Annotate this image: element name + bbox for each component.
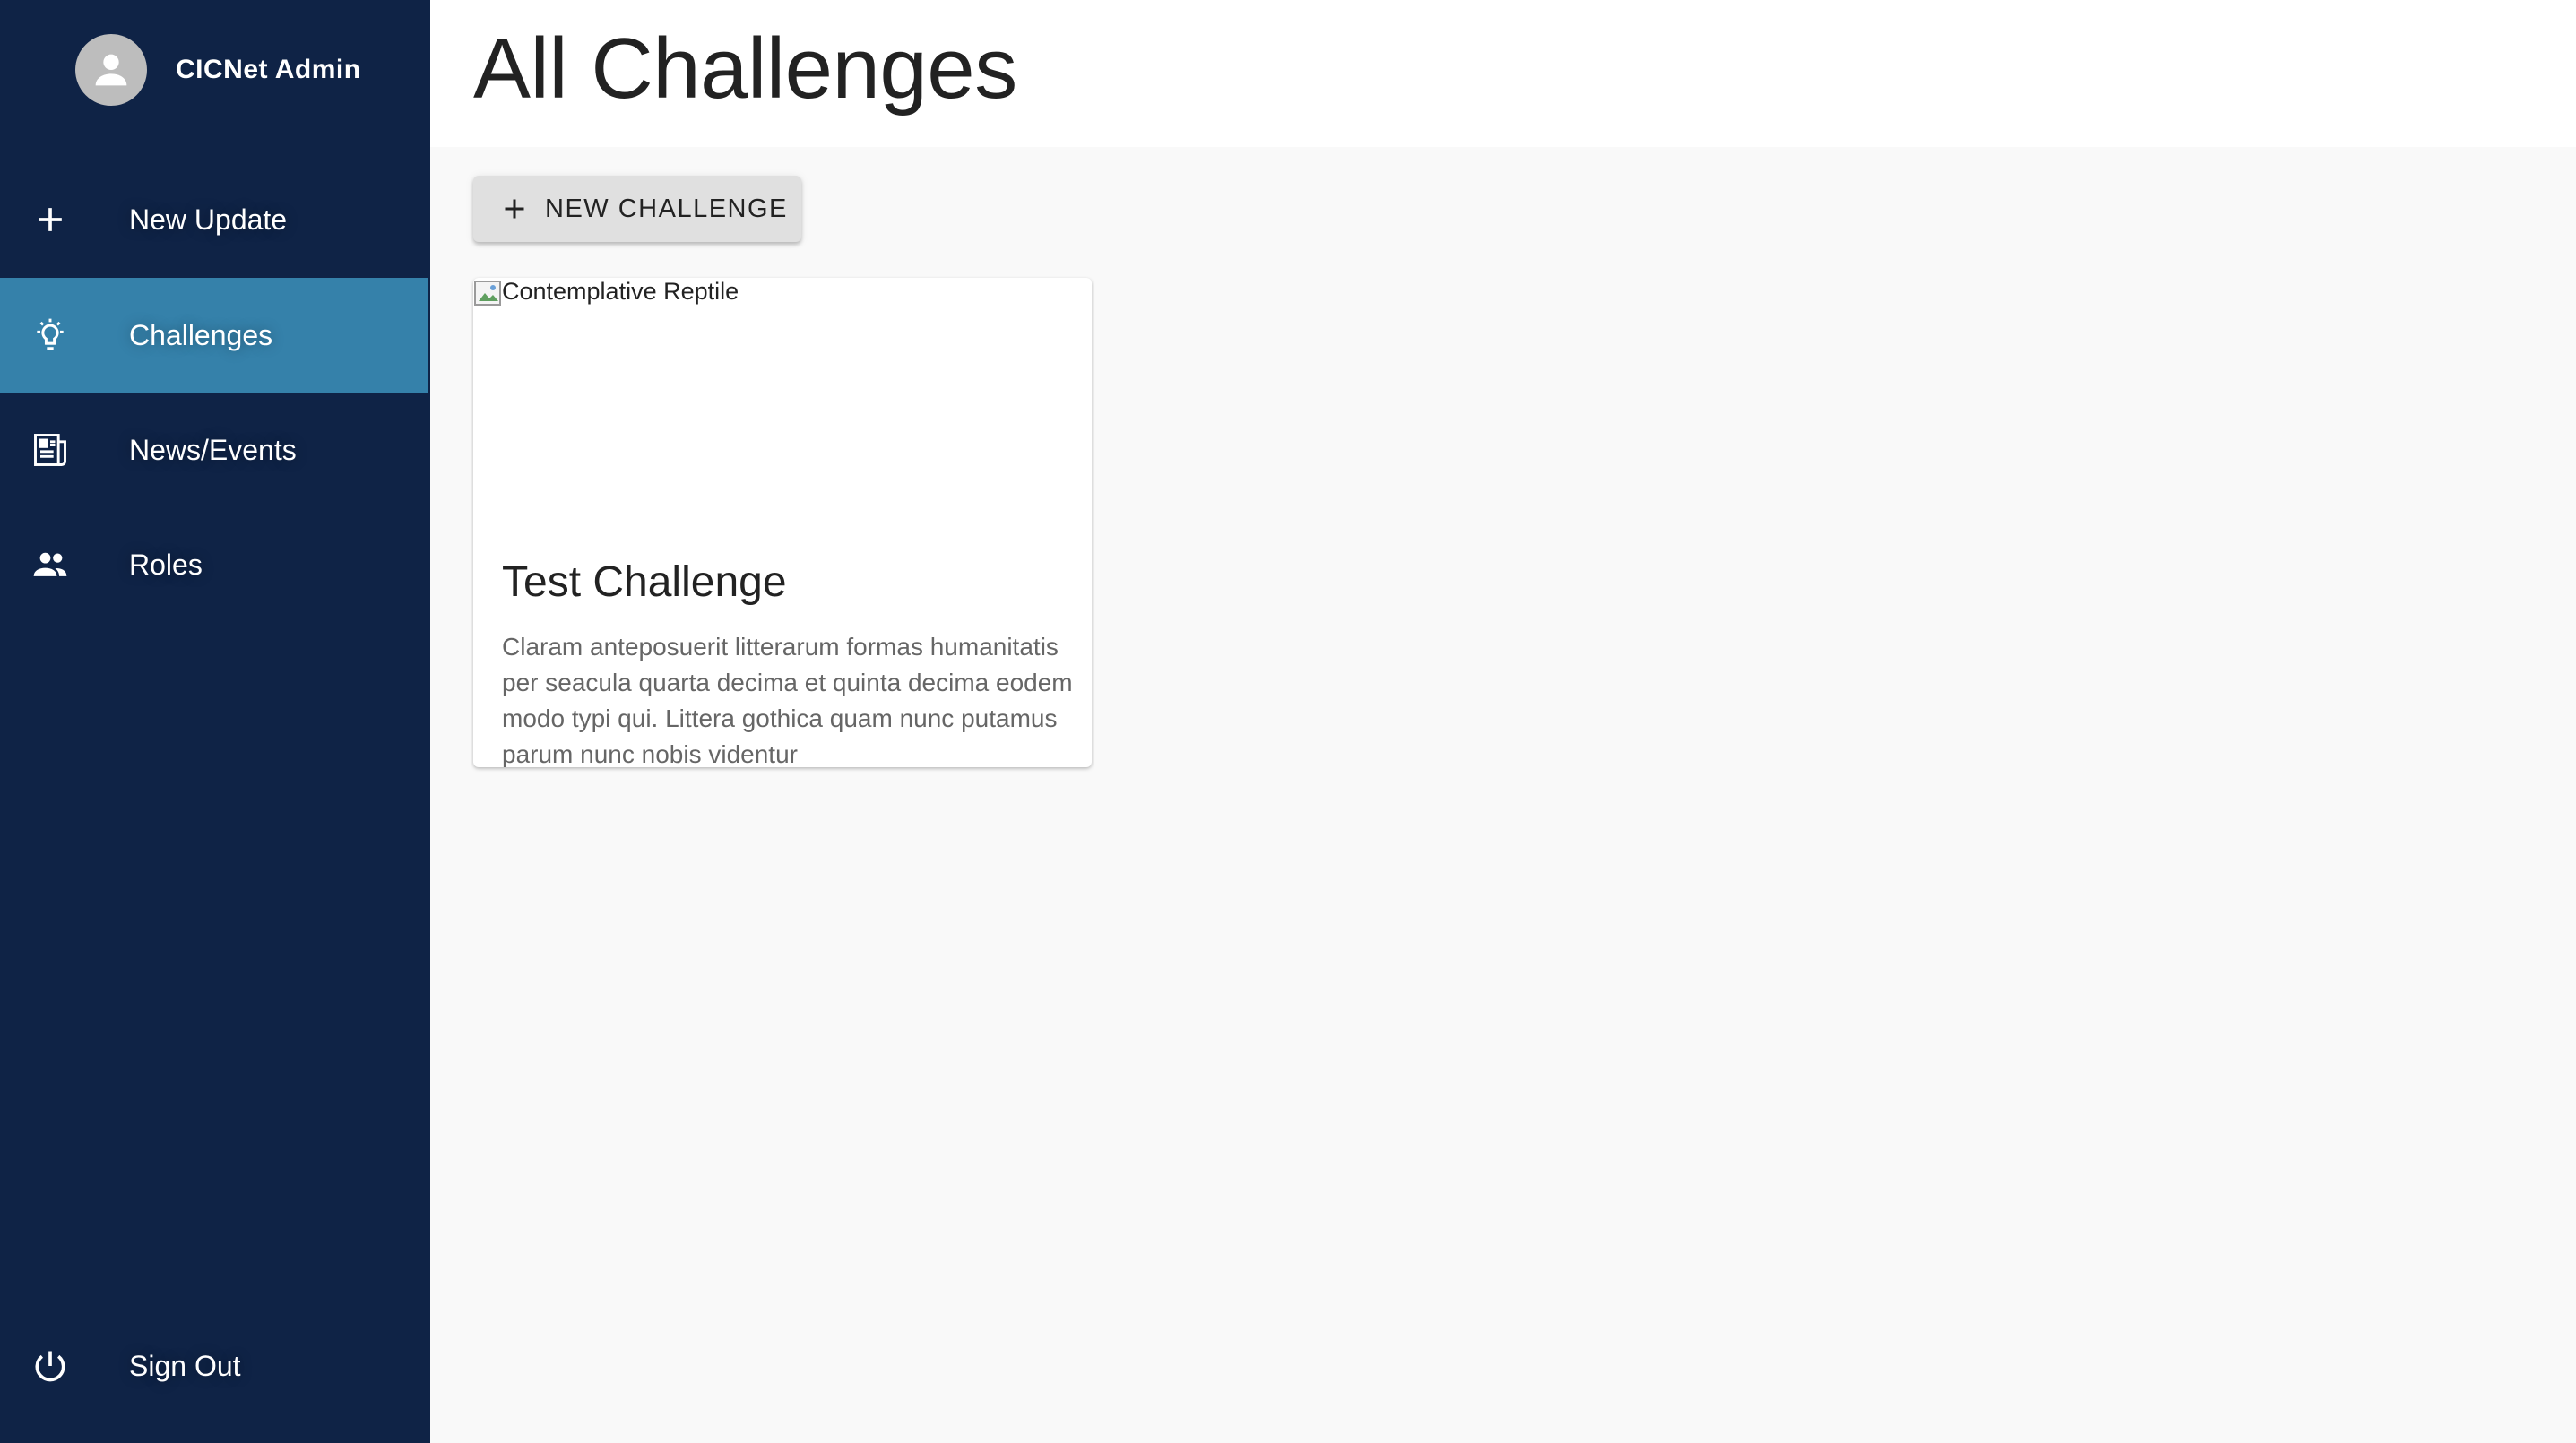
card-description: Claram anteposuerit litterarum formas hu… — [502, 633, 1073, 767]
sidebar-item-news-events[interactable]: News/Events — [0, 393, 428, 507]
sidebar-item-new-update[interactable]: New Update — [0, 162, 428, 277]
lightbulb-icon — [29, 314, 72, 357]
newspaper-icon — [29, 428, 72, 471]
app-root: CICNet Admin New Update Challenges News/… — [0, 0, 2576, 1443]
profile-name: CICNet Admin — [176, 55, 361, 84]
sign-out-label: Sign Out — [129, 1349, 241, 1382]
card-image: Contemplative Reptile — [473, 278, 1092, 529]
sidebar-item-label: Roles — [129, 548, 203, 581]
plus-icon — [29, 198, 72, 241]
card-title: Test Challenge — [502, 558, 787, 606]
sidebar-item-challenges[interactable]: Challenges — [0, 278, 428, 393]
broken-image-icon — [474, 281, 501, 306]
challenge-card[interactable]: Contemplative Reptile Test Challenge Cla… — [473, 278, 1092, 767]
plus-icon — [505, 199, 524, 219]
sidebar-item-label: News/Events — [129, 433, 297, 466]
sidebar-item-roles[interactable]: Roles — [0, 507, 428, 622]
sidebar-item-label: New Update — [129, 203, 288, 236]
sidebar: CICNet Admin New Update Challenges News/… — [0, 0, 430, 1443]
people-icon — [29, 543, 72, 586]
new-challenge-button[interactable]: NEW CHALLENGE — [473, 176, 801, 242]
sign-out-button[interactable]: Sign Out — [0, 1309, 428, 1423]
account-circle-icon — [75, 34, 147, 106]
power-icon — [29, 1344, 72, 1387]
sidebar-item-label: Challenges — [129, 318, 273, 351]
page-header: All Challenges — [430, 0, 2576, 147]
new-challenge-label: NEW CHALLENGE — [545, 194, 788, 223]
image-alt-text: Contemplative Reptile — [502, 278, 739, 305]
page-title: All Challenges — [473, 21, 1017, 117]
profile: CICNet Admin — [75, 34, 361, 106]
